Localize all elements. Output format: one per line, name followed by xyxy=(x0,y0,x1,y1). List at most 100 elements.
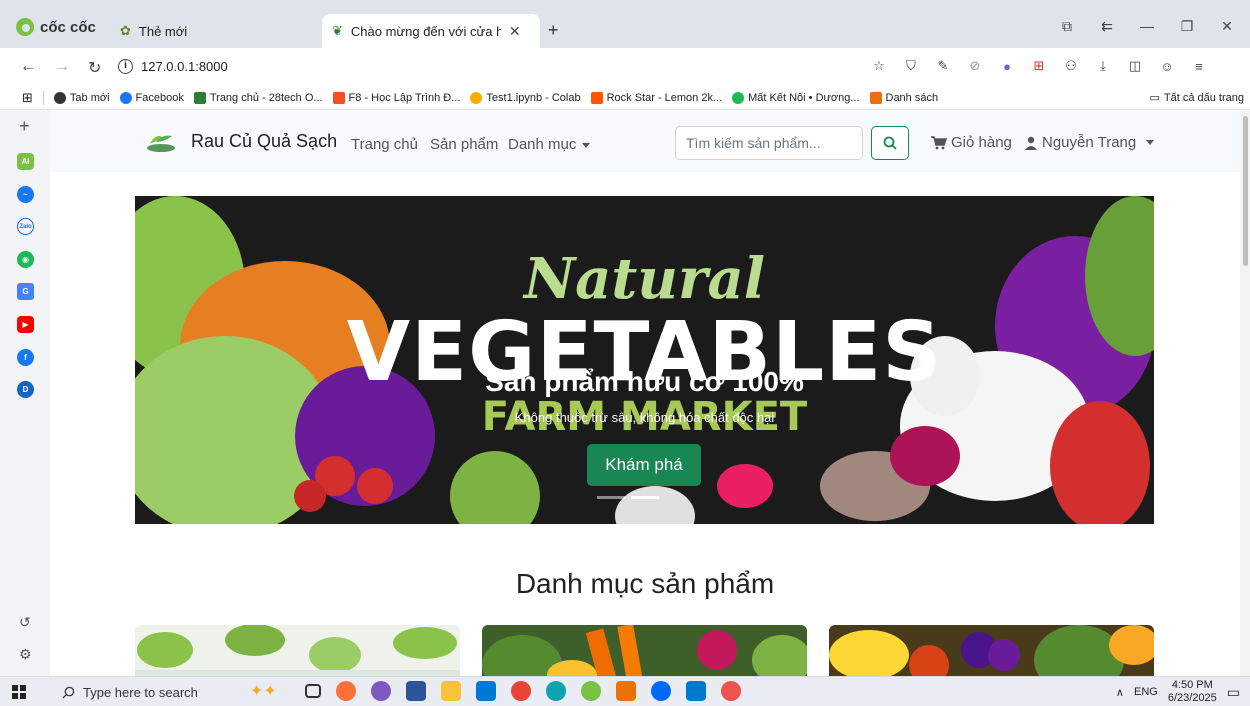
ai-icon[interactable]: AI xyxy=(17,153,34,170)
notification-icon[interactable]: ▭ xyxy=(1227,684,1240,701)
tab-shop[interactable]: ❦ Chào mừng đến với cửa hàng ✕ xyxy=(322,14,540,48)
nav-categories-dropdown[interactable]: Danh mục xyxy=(508,136,591,153)
reload-icon[interactable]: ↻ xyxy=(88,58,101,78)
page-scrollbar[interactable] xyxy=(1240,110,1250,676)
category-image xyxy=(482,625,807,676)
forward-arrow-icon[interactable]: → xyxy=(54,58,70,76)
carousel-indicator-active[interactable] xyxy=(631,496,659,499)
site-title[interactable]: Rau Củ Quả Sạch xyxy=(191,131,337,152)
translate-ext-icon[interactable]: ⊞ xyxy=(1030,57,1048,75)
windows-taskbar: Type here to search ✦✦ ∧ ENG 4:50 PM 6/2… xyxy=(0,676,1250,706)
game-icon[interactable]: ◉ xyxy=(17,251,34,268)
file-explorer-icon[interactable] xyxy=(441,681,461,701)
cart-link[interactable]: Giỏ hàng xyxy=(931,134,1012,151)
back-list-icon[interactable]: ⇇ xyxy=(1098,18,1116,35)
language-indicator[interactable]: ENG xyxy=(1134,686,1158,698)
screenshot-icon[interactable]: ⧉ xyxy=(1058,18,1076,35)
new-tab-button[interactable]: + xyxy=(548,20,559,41)
history-icon[interactable]: ↺ xyxy=(19,614,31,631)
shield-icon[interactable]: ⛉ xyxy=(902,57,920,75)
zalo-taskbar-icon[interactable] xyxy=(651,681,671,701)
scrollbar-thumb[interactable] xyxy=(1243,116,1248,266)
restore-button[interactable]: ❐ xyxy=(1178,18,1196,35)
vscode-icon[interactable] xyxy=(686,681,706,701)
category-card-roots[interactable] xyxy=(482,625,807,676)
search-button[interactable] xyxy=(871,126,909,160)
youtube-icon[interactable]: ▶ xyxy=(17,316,34,333)
clock[interactable]: 4:50 PM 6/23/2025 xyxy=(1168,679,1217,705)
bookmark-item[interactable]: Trang chủ - 28tech O... xyxy=(193,91,323,104)
menu-icon[interactable]: ≡ xyxy=(1190,57,1208,75)
bookmark-item[interactable]: Tab mới xyxy=(53,91,110,104)
site-info-icon[interactable]: i xyxy=(118,59,133,74)
zalo-icon[interactable]: Zalo xyxy=(17,218,34,235)
new-tab-icon: ✿ xyxy=(120,23,131,38)
messenger-icon[interactable]: ~ xyxy=(17,186,34,203)
word-icon[interactable] xyxy=(406,681,426,701)
bookmark-item[interactable]: Rock Star - Lemon 2k... xyxy=(590,91,722,104)
search-input[interactable]: Tìm kiếm sản phẩm... xyxy=(675,126,863,160)
bookmark-item[interactable]: Facebook xyxy=(119,91,184,104)
vpn-icon[interactable]: ● xyxy=(998,57,1016,75)
sidebar-toggle-icon[interactable]: ◫ xyxy=(1126,57,1144,75)
add-sidebar-icon[interactable]: + xyxy=(19,116,30,137)
back-arrow-icon[interactable]: ← xyxy=(20,58,36,76)
carousel-indicator[interactable] xyxy=(597,496,625,499)
tab-new[interactable]: ✿ Thẻ mới xyxy=(110,14,300,48)
settings-gear-icon[interactable]: ⚙ xyxy=(19,646,32,663)
coccoc-logo-icon xyxy=(16,18,34,36)
minimize-button[interactable]: — xyxy=(1138,18,1156,35)
hero-caption: Sản phẩm hữu cơ 100% xyxy=(485,366,804,397)
close-window-button[interactable]: ✕ xyxy=(1218,18,1236,35)
bookmark-item[interactable]: Mất Kết Nối • Dương... xyxy=(732,91,860,104)
translate-icon[interactable]: G xyxy=(17,283,34,300)
eyedropper-icon[interactable]: ✎ xyxy=(934,57,952,75)
bookmark-item[interactable]: Danh sách xyxy=(869,91,938,104)
explore-button[interactable]: Khám phá xyxy=(587,444,701,486)
bookmark-label: Trang chủ - 28tech O... xyxy=(209,91,323,104)
puzzle-icon[interactable]: ⚇ xyxy=(1062,57,1080,75)
firefox-icon[interactable] xyxy=(336,681,356,701)
coccoc-taskbar-icon[interactable] xyxy=(581,681,601,701)
hero-carousel[interactable]: Natural VEGETABLES FARM MARKET Sản phẩm … xyxy=(135,196,1154,524)
site-logo-icon[interactable] xyxy=(142,130,180,154)
edge-icon[interactable] xyxy=(546,681,566,701)
adblock-icon[interactable]: ⊘ xyxy=(966,57,984,75)
star-icon[interactable]: ☆ xyxy=(870,57,888,75)
hero-natural-text: Natural xyxy=(523,246,766,312)
window-controls: ⧉ ⇇ — ❐ ✕ xyxy=(1058,18,1236,35)
task-view-icon[interactable] xyxy=(305,684,321,698)
leaf-favicon-icon: ❦ xyxy=(332,23,343,38)
bookmark-item[interactable]: Test1.ipynb - Colab xyxy=(470,91,581,104)
copilot-icon[interactable] xyxy=(371,681,391,701)
f8-icon xyxy=(332,91,345,104)
bookmark-item[interactable]: F8 - Học Lập Trình Đ... xyxy=(332,91,460,104)
facebook-icon xyxy=(119,91,132,104)
apps-grid-icon[interactable]: ⊞ xyxy=(22,90,33,106)
nav-home-link[interactable]: Trang chủ xyxy=(351,136,418,153)
nav-products-link[interactable]: Sản phẩm xyxy=(430,136,498,153)
browser-brand[interactable]: cốc cốc xyxy=(16,18,96,36)
profile-icon[interactable]: ☺ xyxy=(1158,57,1176,75)
bookmark-label: Facebook xyxy=(135,91,184,104)
user-menu-dropdown[interactable]: Nguyễn Trang xyxy=(1024,134,1155,151)
paint-icon[interactable] xyxy=(721,681,741,701)
all-bookmarks[interactable]: ▭ Tất cả dấu trang xyxy=(1149,91,1244,105)
carousel-indicators xyxy=(597,496,659,499)
store-icon[interactable] xyxy=(476,681,496,701)
url-field[interactable]: i 127.0.0.1:8000 xyxy=(118,59,228,74)
cart-label: Giỏ hàng xyxy=(951,134,1012,151)
category-card-vegetables[interactable] xyxy=(135,625,460,676)
sparkle-icon[interactable]: ✦✦ xyxy=(250,681,290,701)
category-card-fruits[interactable] xyxy=(829,625,1154,676)
windows-start-icon[interactable] xyxy=(12,685,26,699)
chrome-icon[interactable] xyxy=(511,681,531,701)
download-icon[interactable]: ⤓ xyxy=(1094,57,1112,75)
app-pink-icon[interactable] xyxy=(616,681,636,701)
chevron-up-icon[interactable]: ∧ xyxy=(1116,686,1124,699)
close-tab-icon[interactable]: ✕ xyxy=(509,23,521,40)
taskbar-search[interactable]: Type here to search xyxy=(50,679,240,705)
d-app-icon[interactable]: D xyxy=(17,381,34,398)
extension-icons: ☆ ⛉ ✎ ⊘ ● ⊞ ⚇ ⤓ ◫ ☺ ≡ xyxy=(870,57,1208,75)
facebook-sidebar-icon[interactable]: f xyxy=(17,349,34,366)
